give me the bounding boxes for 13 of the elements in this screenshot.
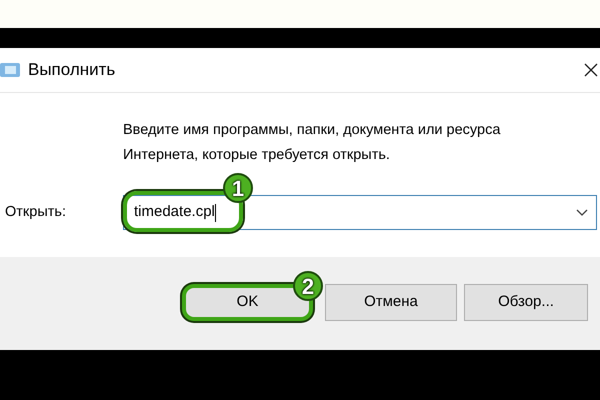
step-badge: 2 [293,271,323,301]
instruction-text: Введите имя программы, папки, документа или ресурса Интернета, которые требуется открыть. [123,121,502,165]
run-app-icon [0,63,20,77]
command-text: timedate.cpl [134,202,215,222]
command-combobox[interactable]: timedate.cpl [123,195,597,230]
open-label: Открыть: [5,202,67,222]
close-icon[interactable] [584,63,598,77]
text-cursor [214,204,216,222]
dropdown-chevron-icon[interactable] [576,208,588,216]
window-title: Выполнить [28,59,116,82]
step-badge: 1 [223,173,253,203]
dialog-button[interactable]: Отмена [325,284,457,321]
dialog-button[interactable]: Обзор... [464,284,588,321]
